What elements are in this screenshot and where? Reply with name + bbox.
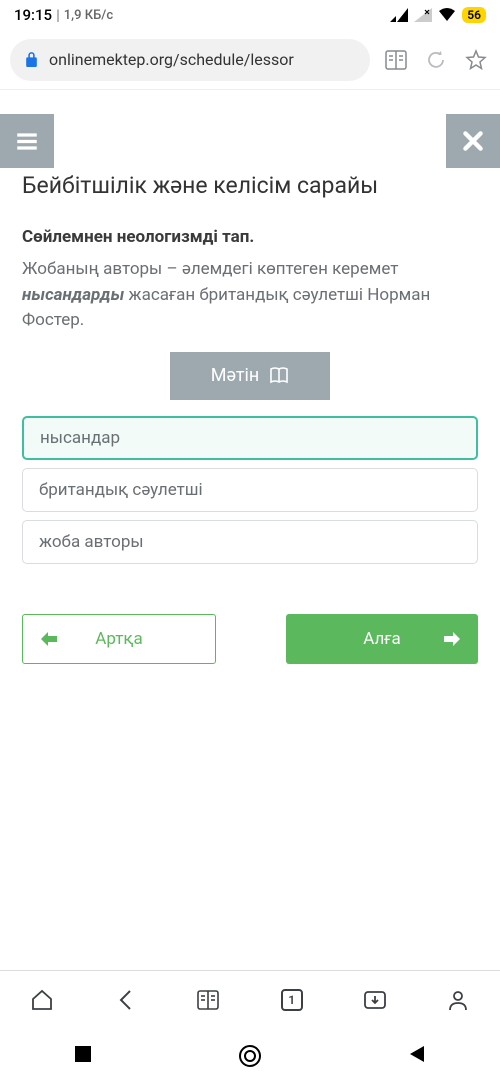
forward-label: Алға — [363, 629, 400, 649]
arrow-right-icon — [444, 632, 460, 646]
lock-icon — [24, 51, 39, 68]
url-text: onlinemektep.org/schedule/lessor — [49, 50, 294, 69]
option-3[interactable]: жоба авторы — [22, 520, 478, 564]
profile-icon[interactable] — [438, 980, 478, 1020]
signal-icon — [390, 8, 408, 22]
status-time: 19:15 — [14, 6, 52, 24]
menu-button[interactable] — [0, 114, 54, 168]
option-2[interactable]: британдық сәулетші — [22, 468, 478, 512]
wifi-icon — [438, 8, 456, 22]
signal-x-icon — [414, 8, 432, 22]
browser-address-bar: onlinemektep.org/schedule/lessor — [0, 30, 500, 90]
task-text-pre: Жобаның авторы – әлемдегі көптеген керем… — [22, 259, 398, 279]
option-label: британдық сәулетші — [39, 480, 203, 500]
book-icon — [269, 367, 289, 385]
option-label: нысандар — [40, 428, 120, 448]
tabs-icon[interactable]: 1 — [272, 980, 312, 1020]
reload-icon[interactable] — [422, 46, 450, 74]
back-label: Артқа — [95, 629, 142, 649]
browser-bottom-bar: 1 — [0, 970, 500, 1028]
status-netspeed: 1,9 КБ/с — [64, 8, 113, 23]
close-button[interactable] — [446, 114, 500, 168]
system-nav-bar — [0, 1028, 500, 1083]
home-button[interactable] — [239, 1045, 261, 1067]
text-button-label: Мәтін — [211, 365, 260, 386]
bookmark-star-icon[interactable] — [462, 46, 490, 74]
back-button[interactable]: Артқа — [22, 614, 216, 664]
nav-back-icon[interactable] — [105, 980, 145, 1020]
forward-button[interactable]: Алға — [286, 614, 478, 664]
text-button[interactable]: Мәтін — [170, 352, 330, 400]
task-text: Жобаның авторы – әлемдегі көптеген керем… — [22, 257, 478, 334]
tab-count: 1 — [281, 989, 303, 1011]
topic-title: Бейбітшілік және келісім сарайы — [22, 172, 478, 199]
close-icon — [460, 128, 486, 154]
option-label: жоба авторы — [39, 532, 144, 552]
hamburger-icon — [14, 128, 40, 154]
recent-apps-button[interactable] — [72, 1043, 94, 1069]
battery-badge: 56 — [462, 7, 486, 23]
reader-mode-icon[interactable] — [382, 46, 410, 74]
arrow-left-icon — [41, 632, 57, 646]
download-icon[interactable] — [355, 980, 395, 1020]
status-bar: 19:15 | 1,9 КБ/с 56 — [0, 0, 500, 30]
answer-options: нысандар британдық сәулетші жоба авторы — [22, 416, 478, 564]
home-icon[interactable] — [22, 980, 62, 1020]
app-toolbar — [0, 114, 500, 168]
task-title: Сөйлемнен неологизмді тап. — [22, 227, 478, 247]
system-back-button[interactable] — [406, 1043, 428, 1069]
url-bar[interactable]: onlinemektep.org/schedule/lessor — [10, 39, 370, 81]
option-1[interactable]: нысандар — [22, 416, 478, 460]
lesson-content: Бейбітшілік және келісім сарайы Сөйлемне… — [0, 172, 500, 564]
reader-icon[interactable] — [188, 980, 228, 1020]
nav-row: Артқа Алға — [22, 614, 478, 664]
task-text-bold: нысандарды — [22, 285, 124, 305]
status-sep: | — [56, 6, 60, 24]
